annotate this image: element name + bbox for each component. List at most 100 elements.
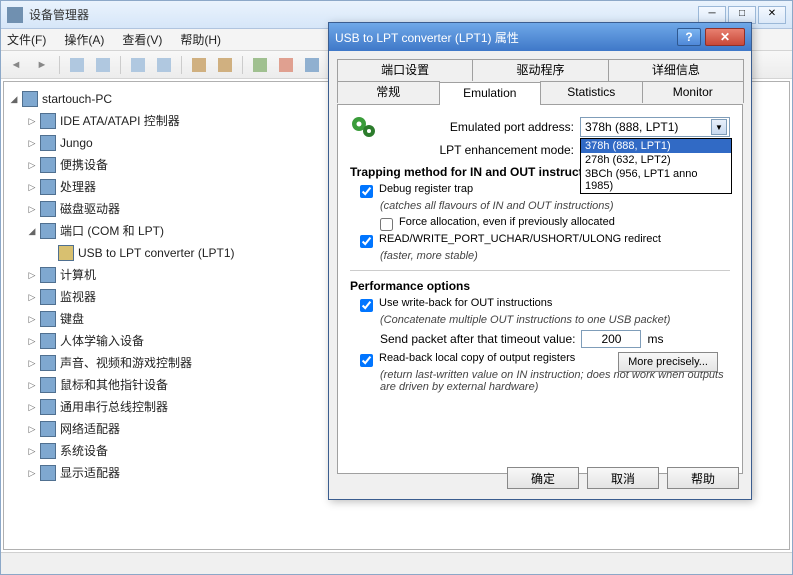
debug-trap-label: Debug register trap: [379, 183, 473, 195]
device-icon: [40, 179, 56, 195]
help-button[interactable]: 帮助: [667, 467, 739, 489]
close-button[interactable]: ✕: [758, 6, 786, 24]
readwrite-redirect-checkbox[interactable]: [360, 235, 373, 248]
menu-help[interactable]: 帮助(H): [180, 31, 221, 48]
dialog-close-button[interactable]: ✕: [705, 28, 745, 46]
force-alloc-checkbox[interactable]: [380, 218, 393, 231]
tab-details[interactable]: 详细信息: [608, 59, 744, 81]
readwrite-sub: (faster, more stable): [350, 250, 730, 262]
dropdown-item-1[interactable]: 278h (632, LPT2): [581, 153, 731, 167]
expander-icon[interactable]: ▷: [26, 357, 38, 369]
writeback-sub: (Concatenate multiple OUT instructions t…: [350, 314, 730, 326]
device-icon: [40, 135, 56, 151]
properties-dialog: USB to LPT converter (LPT1) 属性 ? ✕ 端口设置 …: [328, 22, 752, 500]
expander-icon[interactable]: ▷: [26, 181, 38, 193]
window-title: 设备管理器: [29, 6, 698, 23]
expander-icon[interactable]: ▷: [26, 291, 38, 303]
device-icon: [40, 113, 56, 129]
more-precisely-button[interactable]: More precisely...: [618, 352, 718, 372]
timeout-unit: ms: [647, 332, 663, 346]
device-icon: [40, 267, 56, 283]
menu-view[interactable]: 查看(V): [122, 31, 162, 48]
device-icon: [40, 399, 56, 415]
dropdown-item-0[interactable]: 378h (888, LPT1): [581, 139, 731, 153]
readback-sub: (return last-written value on IN instruc…: [350, 369, 730, 393]
writeback-label: Use write-back for OUT instructions: [379, 297, 552, 309]
tool-btn-3[interactable]: [127, 54, 149, 76]
expander-icon[interactable]: ▷: [26, 313, 38, 325]
readback-checkbox[interactable]: [360, 354, 373, 367]
statusbar: [1, 552, 792, 574]
expander-icon[interactable]: ◢: [8, 93, 20, 105]
expander-icon[interactable]: ▷: [26, 203, 38, 215]
minimize-button[interactable]: ─: [698, 6, 726, 24]
enhancement-mode-label: LPT enhancement mode:: [439, 143, 580, 157]
device-icon: [40, 289, 56, 305]
expander-icon[interactable]: ▷: [26, 115, 38, 127]
emulated-address-label: Emulated port address:: [450, 120, 580, 134]
dropdown-item-2[interactable]: 3BCh (956, LPT1 anno 1985): [581, 167, 731, 193]
timeout-label: Send packet after that timeout value:: [380, 332, 575, 346]
expander-icon[interactable]: ▷: [26, 401, 38, 413]
nav-forward-button[interactable]: ►: [31, 54, 53, 76]
device-icon: [40, 355, 56, 371]
port-icon: [58, 245, 74, 261]
timeout-input[interactable]: [581, 330, 641, 348]
force-alloc-label: Force allocation, even if previously all…: [399, 216, 615, 228]
expander-icon[interactable]: ▷: [26, 159, 38, 171]
device-icon: [40, 223, 56, 239]
writeback-checkbox[interactable]: [360, 299, 373, 312]
device-icon: [40, 465, 56, 481]
menu-action[interactable]: 操作(A): [64, 31, 104, 48]
device-icon: [40, 333, 56, 349]
expander-icon[interactable]: ▷: [26, 269, 38, 281]
tab-port-settings[interactable]: 端口设置: [337, 59, 473, 81]
dialog-help-button[interactable]: ?: [677, 28, 701, 46]
device-icon: [40, 377, 56, 393]
tool-btn-1[interactable]: [66, 54, 88, 76]
debug-trap-checkbox[interactable]: [360, 185, 373, 198]
expander-icon[interactable]: ▷: [26, 137, 38, 149]
tool-btn-4[interactable]: [153, 54, 175, 76]
tab-statistics[interactable]: Statistics: [540, 81, 643, 103]
tool-btn-7[interactable]: [249, 54, 271, 76]
dialog-titlebar: USB to LPT converter (LPT1) 属性 ? ✕: [329, 23, 751, 51]
expander-icon[interactable]: ▷: [26, 335, 38, 347]
tool-btn-6[interactable]: [214, 54, 236, 76]
readwrite-redirect-label: READ/WRITE_PORT_UCHAR/USHORT/ULONG redir…: [379, 233, 661, 245]
tool-btn-2[interactable]: [92, 54, 114, 76]
tab-driver[interactable]: 驱动程序: [472, 59, 608, 81]
tool-btn-5[interactable]: [188, 54, 210, 76]
expander-icon[interactable]: ▷: [26, 467, 38, 479]
device-icon: [40, 157, 56, 173]
tool-btn-8[interactable]: [275, 54, 297, 76]
tool-btn-9[interactable]: [301, 54, 323, 76]
chevron-down-icon[interactable]: ▼: [711, 119, 727, 135]
menu-file[interactable]: 文件(F): [7, 31, 46, 48]
emulation-panel: Emulated port address: 378h (888, LPT1) …: [337, 104, 743, 474]
tab-monitor[interactable]: Monitor: [642, 81, 745, 103]
debug-trap-sub: (catches all flavours of IN and OUT inst…: [350, 200, 730, 212]
expander-icon[interactable]: ▷: [26, 445, 38, 457]
gear-icon: [350, 115, 378, 139]
device-icon: [40, 311, 56, 327]
combo-value: 378h (888, LPT1): [585, 120, 678, 134]
address-dropdown-list: 378h (888, LPT1) 278h (632, LPT2) 3BCh (…: [580, 138, 732, 194]
maximize-button[interactable]: □: [728, 6, 756, 24]
app-icon: [7, 7, 23, 23]
device-icon: [40, 421, 56, 437]
expander-icon[interactable]: ▷: [26, 423, 38, 435]
cancel-button[interactable]: 取消: [587, 467, 659, 489]
expander-icon[interactable]: ◢: [26, 225, 38, 237]
readback-label: Read-back local copy of output registers: [379, 352, 575, 364]
tab-emulation[interactable]: Emulation: [439, 82, 542, 105]
ok-button[interactable]: 确定: [507, 467, 579, 489]
device-icon: [40, 443, 56, 459]
device-icon: [40, 201, 56, 217]
emulated-address-combo[interactable]: 378h (888, LPT1) ▼ 378h (888, LPT1) 278h…: [580, 117, 730, 137]
expander-icon[interactable]: ▷: [26, 379, 38, 391]
expander-icon: [44, 247, 56, 259]
tab-general[interactable]: 常规: [337, 81, 440, 103]
nav-back-button[interactable]: ◄: [5, 54, 27, 76]
computer-icon: [22, 91, 38, 107]
